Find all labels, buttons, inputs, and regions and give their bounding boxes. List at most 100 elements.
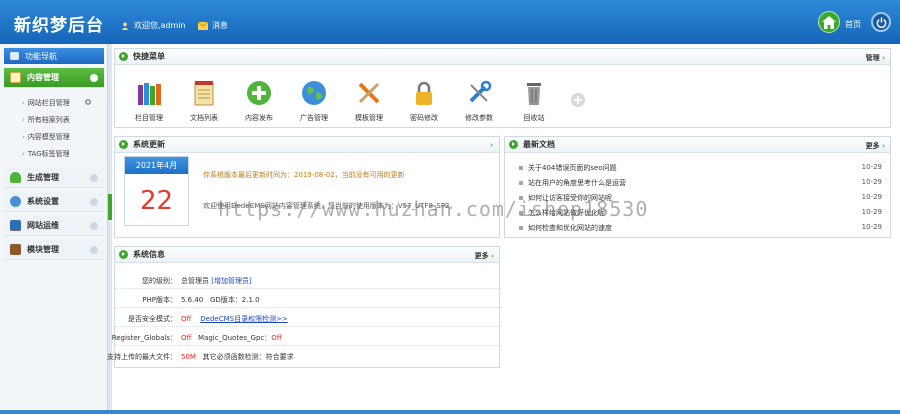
tools-icon xyxy=(358,82,380,104)
quick-item-category[interactable]: 栏目管理 xyxy=(127,79,171,123)
system-update-panel: 系统更新 2021年4月 22 你系统版本最后更新时间为：2019-08-02，… xyxy=(114,136,500,238)
info-value: 总管理员 [增加管理员] xyxy=(181,276,252,286)
register-globals-value: Off xyxy=(181,334,192,342)
latest-docs-more-link[interactable]: 更多 xyxy=(866,141,885,151)
gears-icon xyxy=(10,196,21,207)
top-header: 新织梦后台 欢迎您,admin 消息 首页 xyxy=(0,0,900,44)
function-check-label: 其它必须函数检测： xyxy=(202,353,266,361)
sidebar-sub-models[interactable]: 内容模型管理 xyxy=(22,132,70,142)
panel-title: 系统更新 xyxy=(133,140,165,149)
sidebar-item-label: 模块管理 xyxy=(27,245,59,254)
home-icon xyxy=(822,15,836,29)
tree-icon xyxy=(10,172,21,183)
sidebar: 功能导航 内容管理 网站栏目管理 所有档案列表 内容模型管理 TAG标签管理 生… xyxy=(0,44,108,414)
quick-menu-header: 快捷菜单 管理 xyxy=(115,49,890,65)
add-shortcut-icon[interactable] xyxy=(571,93,585,107)
news-date: 10-29 xyxy=(861,223,882,231)
info-value: Off Magic_Quotes_Gpc：Off xyxy=(181,333,282,343)
quick-item-params[interactable]: 修改参数 xyxy=(457,79,501,123)
sidebar-item-label: 内容管理 xyxy=(27,73,59,82)
bottom-bar xyxy=(0,410,900,414)
update-header: 系统更新 xyxy=(115,137,499,153)
info-value: 50M 其它必须函数检测：符合要求 xyxy=(181,352,294,362)
info-label: 您的级别： xyxy=(142,277,177,285)
info-value: 5.6.40 GD版本：2.1.0 xyxy=(181,295,260,305)
messages-label: 消息 xyxy=(212,21,228,30)
gear-icon[interactable] xyxy=(84,98,92,106)
sidebar-sub-category[interactable]: 网站栏目管理 xyxy=(22,98,70,108)
calendar-widget: 2021年4月 22 xyxy=(124,156,189,226)
info-row-level: 您的级别： 总管理员 [增加管理员] xyxy=(115,271,501,289)
news-date: 10-29 xyxy=(861,178,882,186)
user-icon xyxy=(121,22,129,30)
info-label: Register_Globals： xyxy=(111,334,177,342)
panel-title: 快捷菜单 xyxy=(133,52,165,61)
quick-item-label: 模板管理 xyxy=(355,114,383,122)
sidebar-item-settings[interactable]: 系统设置 xyxy=(4,192,104,212)
globe-icon xyxy=(302,81,326,105)
info-label: 支持上传的最大文件： xyxy=(107,353,177,361)
quick-item-publish[interactable]: 内容发布 xyxy=(237,79,281,123)
add-circle-icon xyxy=(247,81,271,105)
news-item[interactable]: 关于404错误页面的seo问题 xyxy=(519,163,617,173)
quick-item-password[interactable]: 密码修改 xyxy=(402,79,446,123)
sidebar-title-label: 功能导航 xyxy=(25,51,57,61)
chevron-right-icon[interactable] xyxy=(490,141,493,149)
function-check-value: 符合要求 xyxy=(265,353,294,361)
chevron-right-icon xyxy=(90,198,98,206)
quick-item-label: 修改参数 xyxy=(465,114,493,122)
permission-check-link[interactable]: DedeCMS目录权限检测>> xyxy=(200,315,288,323)
info-row-upload: 支持上传的最大文件： 50M 其它必须函数检测：符合要求 xyxy=(107,347,501,365)
quick-item-label: 内容发布 xyxy=(245,114,273,122)
monitor-icon xyxy=(10,220,21,231)
lock-icon xyxy=(416,81,432,105)
panel-title: 系统信息 xyxy=(133,250,165,259)
book-icon xyxy=(10,244,21,255)
trash-icon xyxy=(527,83,541,105)
home-button[interactable] xyxy=(818,11,840,33)
add-admin-link[interactable]: [增加管理员] xyxy=(211,277,251,285)
sidebar-item-modules[interactable]: 模块管理 xyxy=(4,240,104,260)
news-date: 10-29 xyxy=(861,193,882,201)
panel-arrow-icon xyxy=(509,140,518,149)
sidebar-item-generate[interactable]: 生成管理 xyxy=(4,168,104,188)
chevron-right-icon xyxy=(90,246,98,254)
sysinfo-more-link[interactable]: 更多 xyxy=(475,251,494,261)
upload-size-value: 50M xyxy=(181,353,196,361)
quick-item-ads[interactable]: 广告管理 xyxy=(292,79,336,123)
home-label[interactable]: 首页 xyxy=(845,19,861,30)
quick-item-label: 回收站 xyxy=(523,114,545,122)
chevron-right-icon xyxy=(90,174,98,182)
sidebar-sub-tags[interactable]: TAG标签管理 xyxy=(22,149,70,159)
panel-arrow-icon xyxy=(119,250,128,259)
safe-mode-value: Off xyxy=(181,315,192,323)
sidebar-item-label: 网站运维 xyxy=(27,221,59,230)
quick-item-label: 密码修改 xyxy=(410,114,438,122)
envelope-icon xyxy=(198,21,208,30)
pencil-icon xyxy=(10,72,21,83)
app-logo: 新织梦后台 xyxy=(14,16,104,36)
quick-item-doclist[interactable]: 文档列表 xyxy=(182,79,226,123)
php-value: 5.6.40 xyxy=(181,296,204,304)
logout-button[interactable] xyxy=(871,12,891,32)
sidebar-sub-archives[interactable]: 所有档案列表 xyxy=(22,115,70,125)
watermark-text: https://www.huzhan.com/ishop18530 xyxy=(218,197,649,221)
quick-manage-link[interactable]: 管理 xyxy=(866,53,885,63)
level-value: 总管理员 xyxy=(181,277,209,285)
panel-arrow-icon xyxy=(119,52,128,61)
quick-item-recycle[interactable]: 回收站 xyxy=(512,79,556,123)
books-icon xyxy=(138,83,161,105)
main-area: 快捷菜单 管理 栏目管理 文档列表 内容发布 广告管理 模板管理 密码修改 xyxy=(107,44,900,414)
latest-docs-header: 最新文档 更多 xyxy=(505,137,890,153)
quick-item-templates[interactable]: 模板管理 xyxy=(347,79,391,123)
sidebar-item-ops[interactable]: 网站运维 xyxy=(4,216,104,236)
messages-link[interactable]: 消息 xyxy=(198,20,228,31)
welcome-user: 欢迎您,admin xyxy=(120,20,186,31)
news-date: 10-29 xyxy=(861,163,882,171)
info-label: 是否安全模式： xyxy=(128,315,177,323)
news-item[interactable]: 如何检查和优化网站的速度 xyxy=(519,223,612,233)
info-row-php: PHP版本： 5.6.40 GD版本：2.1.0 xyxy=(115,290,501,308)
sidebar-item-content[interactable]: 内容管理 xyxy=(4,68,104,88)
news-item[interactable]: 站在用户的角度思考什么是运营 xyxy=(519,178,626,188)
gd-value: 2.1.0 xyxy=(241,296,260,304)
